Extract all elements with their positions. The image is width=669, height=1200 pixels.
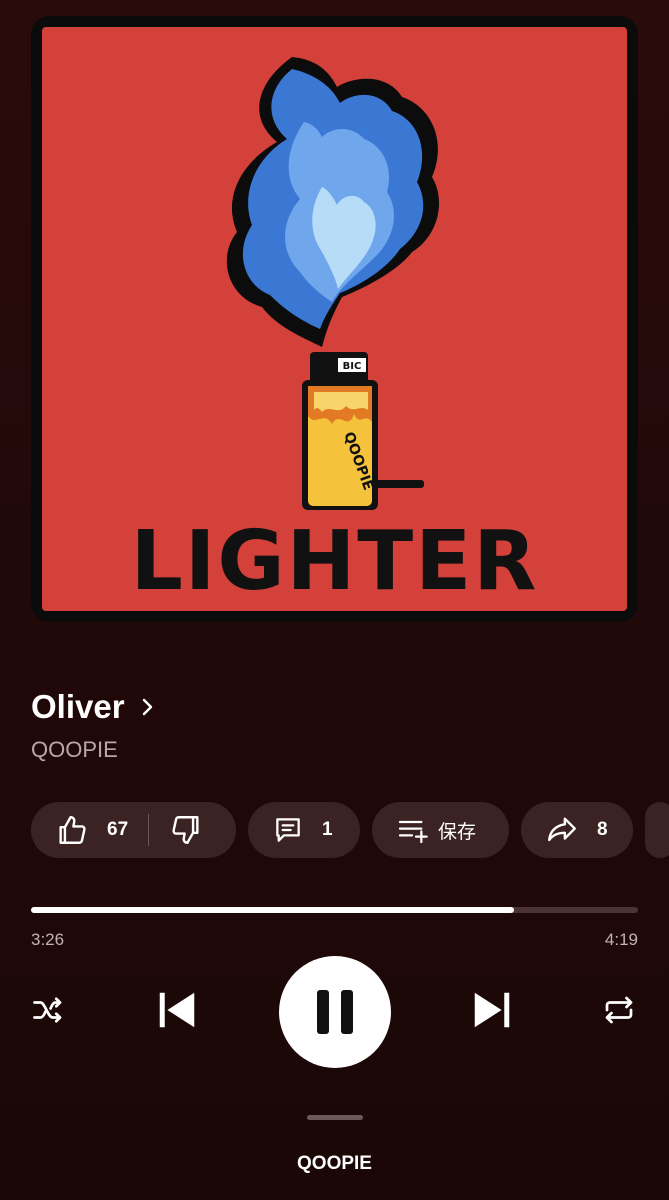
share-icon xyxy=(548,817,576,842)
like-dislike-pill: 67 xyxy=(31,802,236,858)
total-time: 4:19 xyxy=(604,930,638,949)
progress-bar[interactable] xyxy=(31,907,638,913)
comments-button[interactable]: 1 xyxy=(248,802,360,858)
skip-previous-icon xyxy=(159,992,195,1028)
album-art: BIC QOOPIE LIGHTER xyxy=(31,16,638,622)
shuffle-icon xyxy=(33,997,62,1023)
share-button[interactable]: 8 xyxy=(521,802,633,858)
pill-divider xyxy=(148,814,150,846)
track-title-row[interactable]: Oliver xyxy=(31,685,157,729)
current-time: 3:26 xyxy=(31,930,65,949)
chevron-right-icon[interactable] xyxy=(139,698,157,716)
share-count: 8 xyxy=(597,819,608,840)
repeat-icon xyxy=(605,996,633,1024)
pause-icon xyxy=(317,990,353,1034)
skip-next-icon xyxy=(474,992,510,1028)
svg-text:BIC: BIC xyxy=(343,361,362,372)
track-artist[interactable]: QOOPIE xyxy=(31,735,118,765)
shuffle-button[interactable] xyxy=(28,990,68,1030)
play-pause-button[interactable] xyxy=(279,956,391,1068)
comment-icon xyxy=(276,818,300,842)
bottom-tab-label[interactable]: QOOPIE xyxy=(0,1153,669,1175)
thumbs-up-icon[interactable] xyxy=(55,813,89,847)
album-art-title: LIGHTER xyxy=(130,514,539,609)
comment-count: 1 xyxy=(322,819,333,840)
like-count[interactable]: 67 xyxy=(107,819,128,841)
lighter: BIC QOOPIE xyxy=(302,352,424,510)
drag-handle[interactable] xyxy=(307,1115,363,1120)
save-button[interactable]: 保存 xyxy=(372,802,509,858)
action-bar: 67 1 保存 8 xyxy=(31,802,669,858)
save-label: 保存 xyxy=(438,821,477,843)
repeat-button[interactable] xyxy=(598,990,640,1030)
progress-fill xyxy=(31,907,514,913)
previous-button[interactable] xyxy=(152,985,202,1035)
album-art-image: BIC QOOPIE LIGHTER xyxy=(42,27,627,611)
track-title[interactable]: Oliver xyxy=(31,685,125,729)
thumbs-down-icon[interactable] xyxy=(169,813,203,847)
more-actions-pill[interactable] xyxy=(645,802,669,858)
next-button[interactable] xyxy=(467,985,517,1035)
playlist-add-icon xyxy=(398,820,428,844)
